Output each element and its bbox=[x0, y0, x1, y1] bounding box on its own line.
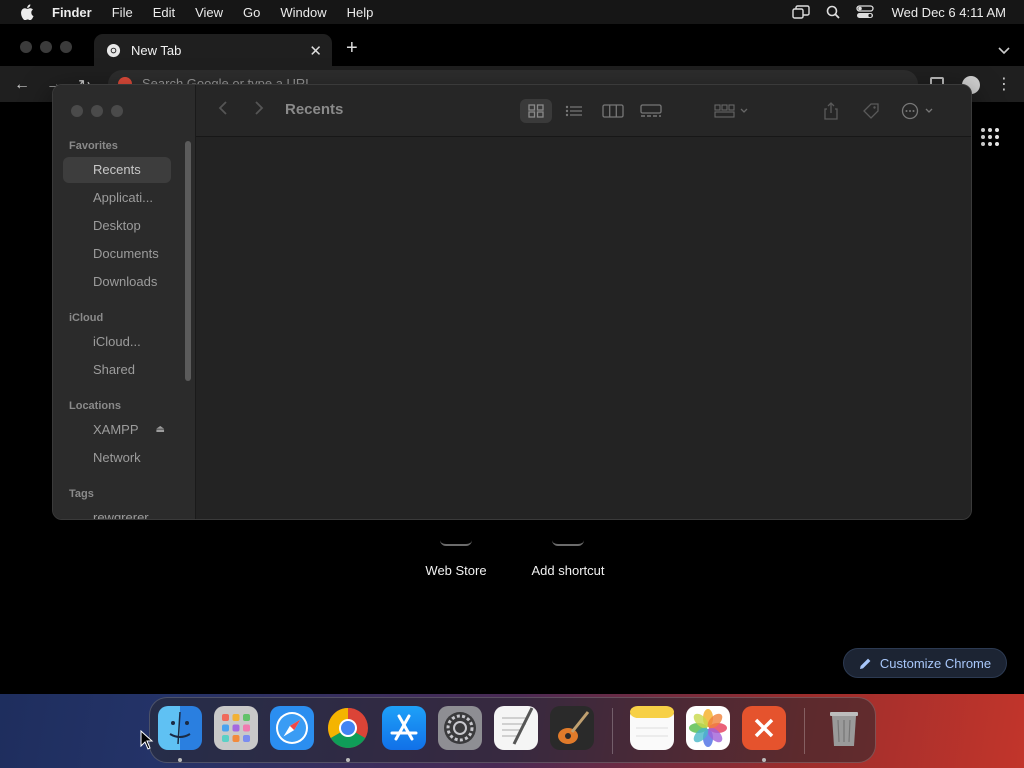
list-view-icon[interactable] bbox=[564, 99, 584, 123]
group-by-icon[interactable] bbox=[713, 99, 753, 123]
menu-file[interactable]: File bbox=[112, 5, 133, 20]
close-tab-icon[interactable]: ✕ bbox=[309, 42, 322, 60]
finder-window: Favorites Recents Applicati... Desktop D… bbox=[52, 84, 972, 520]
back-arrow-icon[interactable]: ← bbox=[14, 76, 30, 94]
garageband-icon[interactable] bbox=[550, 706, 594, 750]
finder-sidebar: Favorites Recents Applicati... Desktop D… bbox=[53, 85, 196, 519]
running-indicator bbox=[346, 758, 350, 762]
finder-icon[interactable] bbox=[158, 706, 202, 750]
shortcut-web-store[interactable]: Web Store bbox=[416, 540, 496, 578]
safari-icon[interactable] bbox=[270, 706, 314, 750]
minimize-window-button[interactable] bbox=[40, 41, 52, 53]
sidebar-item-recents[interactable]: Recents bbox=[63, 157, 171, 183]
google-apps-icon[interactable] bbox=[981, 128, 999, 146]
sidebar-section-icloud: iCloud bbox=[69, 312, 104, 324]
menu-go[interactable]: Go bbox=[243, 5, 260, 20]
finder-toolbar: Recents bbox=[196, 85, 971, 137]
zoom-window-button[interactable] bbox=[60, 41, 72, 53]
finder-window-title: Recents bbox=[285, 101, 344, 118]
chrome-menu-icon[interactable]: ⋮ bbox=[996, 74, 1012, 94]
menu-bar-clock[interactable]: Wed Dec 6 4:11 AM bbox=[892, 5, 1006, 20]
textedit-icon[interactable] bbox=[494, 706, 538, 750]
tag-icon[interactable] bbox=[860, 99, 882, 123]
shortcut-tile-icon bbox=[552, 540, 584, 546]
sidebar-item-downloads[interactable]: Downloads bbox=[63, 269, 171, 295]
customize-chrome-button[interactable]: Customize Chrome bbox=[843, 648, 1007, 678]
mouse-cursor-icon bbox=[140, 730, 154, 750]
share-icon[interactable] bbox=[821, 99, 841, 123]
sidebar-item-documents[interactable]: Documents bbox=[63, 241, 171, 267]
apple-icon[interactable] bbox=[20, 4, 34, 20]
sidebar-section-tags: Tags bbox=[69, 488, 94, 500]
photos-icon[interactable] bbox=[686, 706, 730, 750]
running-indicator bbox=[178, 758, 182, 762]
control-center-icon[interactable] bbox=[855, 5, 874, 19]
customize-chrome-label: Customize Chrome bbox=[879, 655, 992, 671]
chrome-favicon-icon bbox=[106, 43, 121, 57]
spotlight-search-icon[interactable] bbox=[826, 5, 840, 19]
sidebar-item-shared[interactable]: Shared bbox=[63, 357, 171, 383]
forward-chevron-icon[interactable] bbox=[254, 100, 264, 121]
minimize-window-button[interactable] bbox=[91, 105, 103, 117]
shortcut-add[interactable]: Add shortcut bbox=[518, 540, 618, 578]
running-indicator bbox=[762, 758, 766, 762]
finder-content-area[interactable] bbox=[196, 137, 971, 519]
column-view-icon[interactable] bbox=[601, 99, 625, 123]
sidebar-item-tag[interactable]: rewqrerer bbox=[63, 505, 171, 519]
icon-view-icon[interactable] bbox=[520, 99, 552, 123]
eject-icon[interactable]: ⏏ bbox=[156, 417, 165, 443]
app-store-icon[interactable] bbox=[382, 706, 426, 750]
menu-help[interactable]: Help bbox=[347, 5, 374, 20]
zoom-window-button[interactable] bbox=[111, 105, 123, 117]
sidebar-item-desktop[interactable]: Desktop bbox=[63, 213, 171, 239]
sidebar-scrollbar[interactable] bbox=[185, 141, 191, 381]
sidebar-section-favorites: Favorites bbox=[69, 140, 118, 152]
sidebar-item-network[interactable]: Network bbox=[63, 445, 171, 471]
remote-desktop-icon[interactable] bbox=[742, 706, 786, 750]
chrome-tab-strip: New Tab ✕ + bbox=[0, 24, 1024, 66]
shortcut-tile-icon bbox=[440, 540, 472, 546]
dock-separator bbox=[612, 708, 613, 754]
dock-separator bbox=[804, 708, 805, 754]
menu-bar: Finder File Edit View Go Window Help Wed… bbox=[0, 0, 1024, 24]
more-actions-icon[interactable] bbox=[901, 99, 937, 123]
chrome-window-controls bbox=[20, 41, 80, 53]
chrome-icon[interactable] bbox=[326, 706, 370, 750]
tab-search-chevron-icon[interactable] bbox=[998, 42, 1010, 60]
notes-icon[interactable] bbox=[630, 706, 674, 750]
finder-window-controls bbox=[71, 105, 131, 117]
sidebar-item-label: XAMPP bbox=[93, 422, 139, 437]
pencil-icon bbox=[859, 657, 872, 670]
launchpad-icon[interactable] bbox=[214, 706, 258, 750]
dock bbox=[149, 697, 876, 763]
sidebar-item-applications[interactable]: Applicati... bbox=[63, 185, 171, 211]
system-settings-icon[interactable] bbox=[438, 706, 482, 750]
sidebar-item-xampp[interactable]: XAMPP ⏏ bbox=[63, 417, 171, 443]
shortcut-label: Add shortcut bbox=[531, 563, 605, 578]
trash-icon[interactable] bbox=[822, 706, 866, 750]
screen-mirroring-icon[interactable] bbox=[791, 5, 810, 19]
menu-edit[interactable]: Edit bbox=[153, 5, 175, 20]
close-window-button[interactable] bbox=[20, 41, 32, 53]
shortcut-label: Web Store bbox=[425, 563, 487, 578]
gallery-view-icon[interactable] bbox=[639, 99, 663, 123]
menu-app-finder[interactable]: Finder bbox=[52, 5, 92, 20]
sidebar-section-locations: Locations bbox=[69, 400, 121, 412]
back-chevron-icon[interactable] bbox=[218, 100, 228, 121]
menu-view[interactable]: View bbox=[195, 5, 223, 20]
sidebar-item-icloud-drive[interactable]: iCloud... bbox=[63, 329, 171, 355]
tab-new-tab[interactable]: New Tab ✕ bbox=[94, 34, 332, 66]
new-tab-button[interactable]: + bbox=[346, 38, 358, 58]
close-window-button[interactable] bbox=[71, 105, 83, 117]
tab-title: New Tab bbox=[131, 42, 182, 58]
menu-window[interactable]: Window bbox=[280, 5, 326, 20]
